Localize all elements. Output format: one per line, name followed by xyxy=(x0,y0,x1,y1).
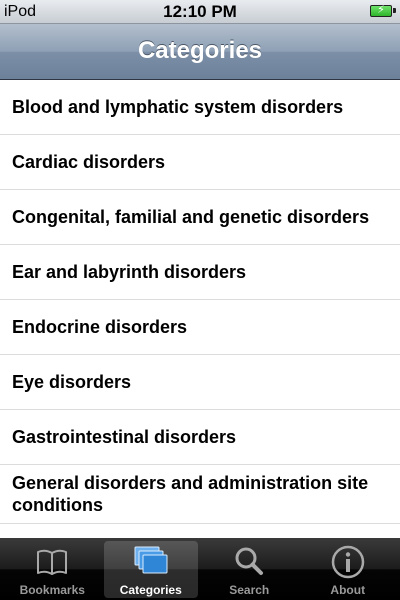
screen: iPod 12:10 PM ⚡ Categories Blood and lym… xyxy=(0,0,400,600)
tab-bar: Bookmarks Categories Search About xyxy=(0,538,400,600)
list-item[interactable]: Gastrointestinal disorders xyxy=(0,410,400,465)
tab-search[interactable]: Search xyxy=(202,541,296,598)
tab-bookmarks-label: Bookmarks xyxy=(19,583,85,597)
list-item-label: Blood and lymphatic system disorders xyxy=(12,97,344,117)
list-item-label: Eye disorders xyxy=(12,372,132,392)
tab-about-label: About xyxy=(330,583,366,597)
tab-search-label: Search xyxy=(229,583,270,597)
list-item-label: Endocrine disorders xyxy=(12,317,188,337)
status-time: 12:10 PM xyxy=(163,2,237,21)
tab-about[interactable]: About xyxy=(301,541,395,598)
list-item[interactable]: Endocrine disorders xyxy=(0,300,400,355)
tab-bookmarks[interactable]: Bookmarks xyxy=(5,541,99,598)
list-item[interactable]: General disorders and administration sit… xyxy=(0,465,400,524)
list-item[interactable]: Ear and labyrinth disorders xyxy=(0,245,400,300)
stacked-cards-icon xyxy=(134,546,168,574)
list-item[interactable]: Eye disorders xyxy=(0,355,400,410)
tab-categories-label: Categories xyxy=(119,583,182,597)
magnifier-icon xyxy=(235,547,264,575)
list-item[interactable]: Cardiac disorders xyxy=(0,135,400,190)
list-item[interactable]: Blood and lymphatic system disorders xyxy=(0,80,400,135)
status-bar: iPod 12:10 PM ⚡ xyxy=(0,0,400,24)
list-item-label: Congenital, familial and genetic disorde… xyxy=(12,207,370,227)
info-icon xyxy=(331,545,364,579)
list-item-label: Gastrointestinal disorders xyxy=(12,427,237,447)
list-item-label: Cardiac disorders xyxy=(12,152,166,172)
battery-charging-icon: ⚡ xyxy=(370,4,396,17)
category-list[interactable]: Blood and lymphatic system disorders Car… xyxy=(0,80,400,538)
navigation-bar: Categories xyxy=(0,24,400,80)
list-item-label: General disorders and administration sit… xyxy=(12,473,369,515)
page-title: Categories xyxy=(137,37,263,64)
list-item[interactable]: Congenital, familial and genetic disorde… xyxy=(0,190,400,245)
list-item-label: Ear and labyrinth disorders xyxy=(12,262,247,282)
book-icon xyxy=(37,549,68,575)
tab-categories[interactable]: Categories xyxy=(103,541,198,598)
